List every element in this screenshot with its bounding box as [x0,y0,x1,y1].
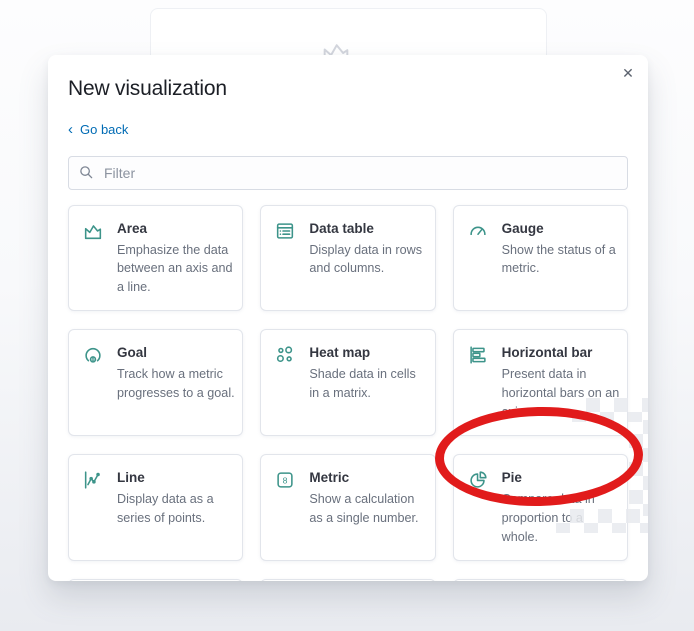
filter-search-box [68,155,628,190]
card-title: Goal [117,345,148,361]
card-description: Shade data in cells in a matrix. [309,367,416,401]
close-icon[interactable]: ✕ [616,61,640,85]
viz-card-vertical-bar[interactable]: Vertical bar Present data in vertical ba… [452,578,628,581]
viz-card-timelion[interactable]: Timelion Show time series data on a grap… [260,578,436,581]
card-description: Show a calculation as a single number. [309,491,419,525]
modal-title: New visualization [68,77,227,100]
viz-card-grid: Area Emphasize the data between an axis … [68,204,628,581]
card-description: Display data in rows and columns. [309,242,423,276]
chevron-left-icon: ‹ [68,120,73,138]
viz-card-horizontal-bar[interactable]: Horizontal bar Present data in horizonta… [452,329,628,436]
card-title: Pie [501,469,522,485]
goal-icon: 8 [82,344,104,366]
viz-card-goal[interactable]: 8 Goal Track how a metric progresses to … [68,329,244,436]
card-description: Display data as a series of points. [117,491,214,525]
card-description: Show the status of a metric. [501,242,616,276]
go-back-label: Go back [80,122,129,137]
modal-content: New visualization ‹ Go back Area Emphasi… [48,55,648,581]
viz-card-gauge[interactable]: Gauge Show the status of a metric. [452,204,628,312]
card-description: Compare data in proportion to a whole. [501,491,595,544]
card-title: Area [117,220,148,236]
pie-chart-icon [467,469,489,491]
svg-text:8: 8 [283,476,288,486]
heat-map-icon [274,344,296,366]
data-table-icon [274,220,296,242]
card-title: Line [117,469,145,485]
viz-card-tag-cloud[interactable]: Tag cloud Display word frequency with fo… [68,578,244,581]
card-description: Present data in horizontal bars on an ax… [501,367,620,419]
go-back-link[interactable]: ‹ Go back [68,120,129,138]
card-description: Emphasize the data between an axis and a… [117,242,233,295]
metric-icon: 8 [274,469,296,491]
card-description: Track how a metric progresses to a goal. [117,367,235,401]
horizontal-bar-icon [467,344,489,366]
viz-card-data-table[interactable]: Data table Display data in rows and colu… [260,204,436,312]
card-title: Gauge [501,220,544,236]
card-title: Heat map [309,345,371,361]
filter-input[interactable] [102,163,617,182]
viz-card-area[interactable]: Area Emphasize the data between an axis … [68,204,244,312]
search-icon [80,166,93,179]
area-chart-icon [82,220,104,242]
viz-card-pie[interactable]: Pie Compare data in proportion to a whol… [452,453,628,561]
viz-card-line[interactable]: Line Display data as a series of points. [68,453,244,561]
gauge-icon [467,220,489,242]
card-title: Horizontal bar [501,345,593,361]
viz-card-heat-map[interactable]: Heat map Shade data in cells in a matrix… [260,329,436,436]
viz-card-metric[interactable]: 8 Metric Show a calculation as a single … [260,453,436,561]
card-title: Data table [309,220,374,236]
new-visualization-modal: ✕ New visualization ‹ Go back Area Empha… [48,55,648,581]
line-chart-icon [82,469,104,491]
screen: ✕ New visualization ‹ Go back Area Empha… [0,0,694,631]
svg-text:8: 8 [92,357,95,363]
card-title: Metric [309,469,350,485]
